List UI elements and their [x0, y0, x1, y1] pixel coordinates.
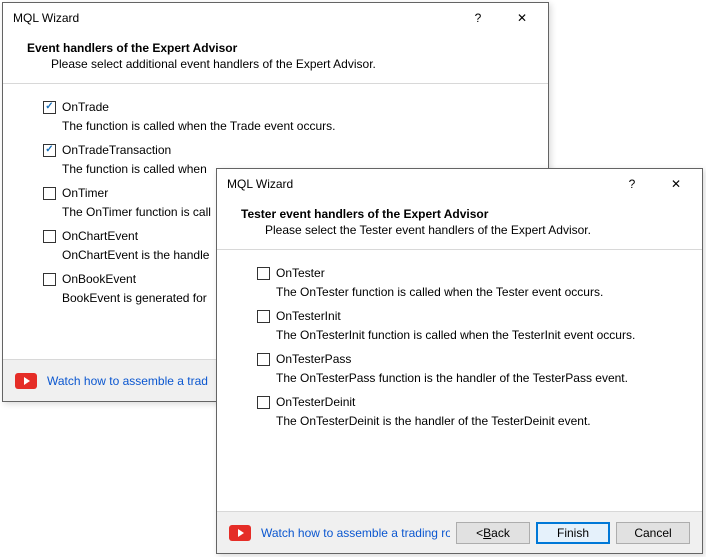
option-label[interactable]: OnTradeTransaction [62, 143, 171, 157]
option-desc: The OnTester function is called when the… [257, 285, 678, 299]
checkbox-onchartevent[interactable] [43, 230, 56, 243]
help-button[interactable]: ? [610, 170, 654, 198]
wizard-header: Tester event handlers of the Expert Advi… [217, 199, 702, 249]
option-label[interactable]: OnTrade [62, 100, 109, 114]
checkbox-ontesterpass[interactable] [257, 353, 270, 366]
cancel-button[interactable]: Cancel [616, 522, 690, 544]
option-label[interactable]: OnTesterDeinit [276, 395, 355, 409]
titlebar[interactable]: MQL Wizard ? ✕ [3, 3, 548, 33]
titlebar[interactable]: MQL Wizard ? ✕ [217, 169, 702, 199]
option-ontester: OnTester The OnTester function is called… [257, 264, 678, 299]
option-desc: The function is called when the Trade ev… [43, 119, 524, 133]
checkbox-ontesterdeinit[interactable] [257, 396, 270, 409]
footer: Watch how to assemble a trading robot < … [217, 511, 702, 553]
checkbox-ontesterinit[interactable] [257, 310, 270, 323]
header-subtitle: Please select additional event handlers … [27, 57, 524, 71]
button-row: < Back Finish Cancel [456, 522, 690, 544]
finish-button[interactable]: Finish [536, 522, 610, 544]
wizard-header: Event handlers of the Expert Advisor Ple… [3, 33, 548, 83]
option-label[interactable]: OnTesterPass [276, 352, 351, 366]
option-ontesterdeinit: OnTesterDeinit The OnTesterDeinit is the… [257, 393, 678, 428]
checkbox-ontimer[interactable] [43, 187, 56, 200]
option-ontrade: OnTrade The function is called when the … [43, 98, 524, 133]
close-button[interactable]: ✕ [500, 4, 544, 32]
close-button[interactable]: ✕ [654, 170, 698, 198]
window-title: MQL Wizard [227, 177, 610, 191]
checkbox-ontester[interactable] [257, 267, 270, 280]
option-label[interactable]: OnTimer [62, 186, 108, 200]
window-title: MQL Wizard [13, 11, 456, 25]
help-button[interactable]: ? [456, 4, 500, 32]
option-label[interactable]: OnTester [276, 266, 325, 280]
header-title: Event handlers of the Expert Advisor [27, 41, 524, 55]
option-desc: The OnTesterDeinit is the handler of the… [257, 414, 678, 428]
header-title: Tester event handlers of the Expert Advi… [241, 207, 678, 221]
back-button[interactable]: < Back [456, 522, 530, 544]
options-area: OnTester The OnTester function is called… [217, 250, 702, 444]
option-ontesterpass: OnTesterPass The OnTesterPass function i… [257, 350, 678, 385]
option-ontesterinit: OnTesterInit The OnTesterInit function i… [257, 307, 678, 342]
header-subtitle: Please select the Tester event handlers … [241, 223, 678, 237]
option-label[interactable]: OnBookEvent [62, 272, 136, 286]
option-label[interactable]: OnTesterInit [276, 309, 341, 323]
youtube-icon[interactable] [229, 525, 251, 541]
checkbox-onbookevent[interactable] [43, 273, 56, 286]
youtube-icon[interactable] [15, 373, 37, 389]
checkbox-ontrade[interactable] [43, 101, 56, 114]
checkbox-ontradetransaction[interactable] [43, 144, 56, 157]
tutorial-link[interactable]: Watch how to assemble a trading robot [261, 526, 450, 540]
option-desc: The OnTesterPass function is the handler… [257, 371, 678, 385]
wizard-dialog-front: MQL Wizard ? ✕ Tester event handlers of … [216, 168, 703, 554]
option-desc: The OnTesterInit function is called when… [257, 328, 678, 342]
option-label[interactable]: OnChartEvent [62, 229, 138, 243]
